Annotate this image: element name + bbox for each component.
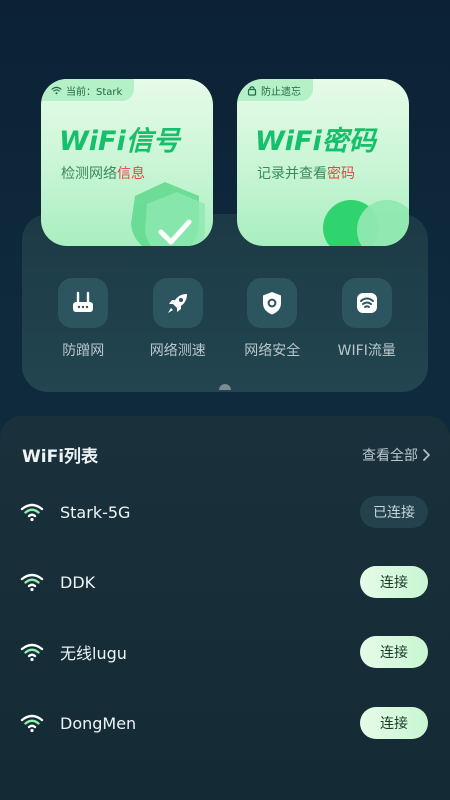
wifi-password-card[interactable]: 防止遗忘 WiFi密码 记录并查看密码 — [237, 79, 409, 246]
connect-button[interactable]: 连接 — [360, 566, 428, 598]
current-network-tag: 当前：Stark — [41, 79, 135, 101]
wifi-list-item[interactable]: 无线lugu 连接 — [20, 635, 428, 669]
action-icon-container — [58, 278, 109, 328]
action-label: 网络安全 — [244, 343, 301, 359]
wifi-list-title: WiFi列表 — [22, 447, 99, 467]
shield-check-icon — [131, 182, 205, 246]
wifi-signal-icon — [20, 643, 44, 662]
wifi-list-item[interactable]: Stark-5G 已连接 — [20, 495, 428, 529]
wifi-signal-icon — [20, 714, 44, 733]
view-all-label: 查看全部 — [362, 447, 418, 464]
wifi-traffic-icon — [356, 293, 377, 313]
chevron-right-icon — [423, 448, 430, 461]
wifi-traffic-button[interactable]: WIFI流量 — [323, 278, 411, 360]
wifi-list-item[interactable]: DongMen 连接 — [20, 706, 428, 740]
card-subtitle-text: 检测网络 — [61, 166, 117, 182]
view-all-link[interactable]: 查看全部 — [362, 445, 430, 465]
card-tag-text: 防止遗忘 — [261, 86, 301, 98]
wifi-list-item[interactable]: DDK 连接 — [20, 565, 428, 599]
shield-icon — [263, 292, 282, 315]
card-subtitle: 记录并查看密码 — [257, 163, 355, 183]
wifi-ssid: Stark-5G — [60, 502, 131, 522]
rocket-icon — [167, 294, 187, 313]
lock-icon — [247, 85, 257, 96]
wifi-ssid: 无线lugu — [60, 644, 127, 663]
wifi-list-header: WiFi列表 查看全部 — [22, 442, 430, 467]
connected-status-button[interactable]: 已连接 — [360, 496, 428, 528]
connect-button[interactable]: 连接 — [360, 707, 428, 739]
wifi-signal-icon — [20, 573, 44, 592]
action-label: WIFI流量 — [337, 343, 396, 359]
action-label: 防蹭网 — [62, 343, 105, 359]
card-subtitle-highlight: 密码 — [327, 166, 355, 182]
password-bubble-icon — [323, 200, 409, 246]
wifi-icon — [51, 86, 62, 94]
quick-actions: 防蹭网 网络测速 网络安全 WIFI流量 — [22, 278, 428, 360]
router-icon — [73, 291, 94, 312]
connect-button[interactable]: 连接 — [360, 636, 428, 668]
speed-test-button[interactable]: 网络测速 — [134, 278, 222, 360]
wifi-signal-card[interactable]: 当前：Stark WiFi信号 检测网络信息 — [41, 79, 213, 246]
network-security-button[interactable]: 网络安全 — [228, 278, 316, 360]
drag-handle[interactable] — [219, 384, 231, 390]
action-icon-container — [341, 278, 392, 328]
action-label: 网络测速 — [149, 343, 206, 359]
wifi-list-sheet: WiFi列表 查看全部 Stark-5G 已连接 DDK 连接 无线lugu 连… — [0, 416, 450, 800]
card-title: WiFi密码 — [255, 126, 376, 157]
anti-leech-button[interactable]: 防蹭网 — [39, 278, 127, 360]
action-icon-container — [152, 278, 203, 328]
wifi-ssid: DongMen — [60, 713, 137, 733]
card-subtitle-text: 记录并查看 — [257, 166, 327, 182]
action-icon-container — [247, 278, 298, 328]
reminder-tag: 防止遗忘 — [237, 79, 313, 101]
wifi-ssid: DDK — [60, 572, 96, 592]
wifi-signal-icon — [20, 503, 44, 522]
card-tag-text: 当前：Stark — [66, 86, 123, 98]
card-title: WiFi信号 — [59, 126, 180, 157]
